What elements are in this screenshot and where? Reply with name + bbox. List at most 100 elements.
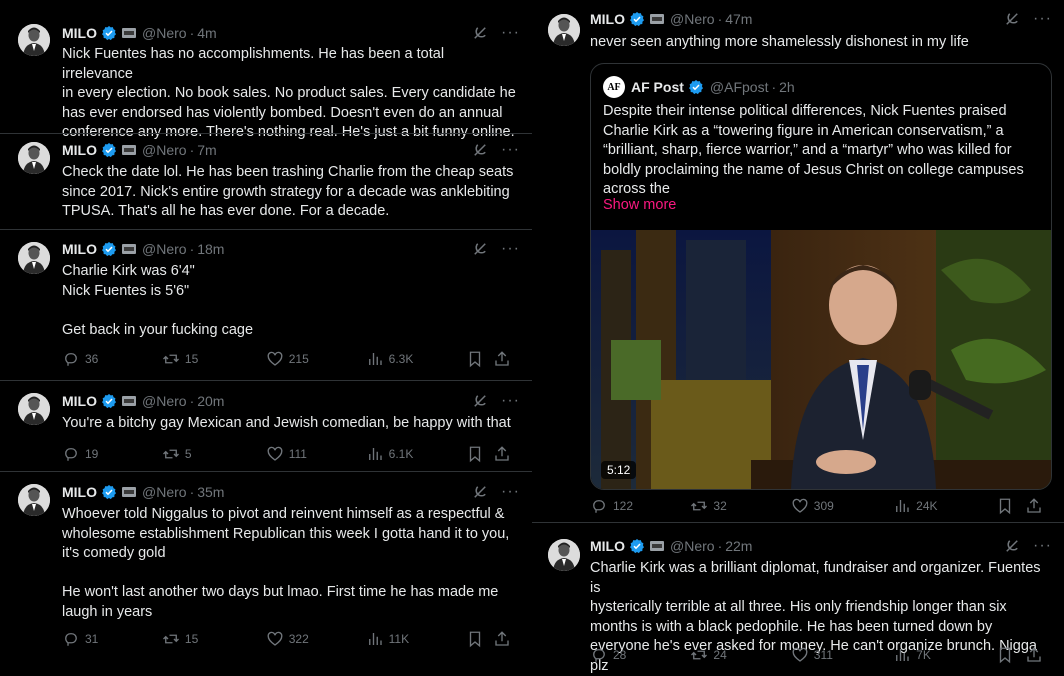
- video-player[interactable]: 5:12: [591, 230, 1051, 489]
- tweet[interactable]: MILO @Nero · 18m ··· Charlie Kirk was 6'…: [0, 230, 532, 380]
- more-icon[interactable]: ···: [501, 240, 520, 258]
- avatar[interactable]: [18, 242, 50, 274]
- avatar[interactable]: [18, 393, 50, 425]
- reply-count: 122: [613, 499, 634, 513]
- display-name[interactable]: MILO: [62, 484, 97, 500]
- avatar[interactable]: [18, 484, 50, 516]
- affiliate-badge-icon[interactable]: [122, 244, 136, 254]
- bookmark-button[interactable]: [466, 445, 493, 463]
- affiliate-badge-icon[interactable]: [122, 487, 136, 497]
- more-icon[interactable]: ···: [1033, 10, 1052, 28]
- grok-icon[interactable]: [471, 24, 489, 42]
- repost-button[interactable]: 24: [690, 646, 790, 664]
- quoted-handle[interactable]: @AFpost: [710, 79, 769, 95]
- timestamp[interactable]: 7m: [197, 142, 216, 158]
- handle[interactable]: @Nero: [670, 538, 715, 554]
- grok-icon[interactable]: [1003, 537, 1021, 555]
- like-button[interactable]: 309: [791, 497, 893, 515]
- handle[interactable]: @Nero: [142, 484, 187, 500]
- more-icon[interactable]: ···: [1033, 537, 1052, 555]
- repost-button[interactable]: 15: [162, 630, 266, 648]
- share-icon: [493, 630, 511, 648]
- avatar[interactable]: [18, 142, 50, 174]
- more-icon[interactable]: ···: [501, 24, 520, 42]
- tweet[interactable]: MILO @Nero · 20m ··· You're a bitchy gay…: [0, 381, 532, 471]
- quoted-post[interactable]: AF AF Post @AFpost · 2h Despite their in…: [590, 63, 1052, 490]
- quoted-timestamp[interactable]: 2h: [779, 79, 795, 95]
- display-name[interactable]: MILO: [62, 241, 97, 257]
- views-button[interactable]: 11K: [366, 630, 466, 648]
- display-name[interactable]: MILO: [62, 142, 97, 158]
- reply-button[interactable]: 122: [590, 497, 690, 515]
- tweet[interactable]: MILO @Nero · 4m ··· Nick Fuentes has no …: [0, 0, 532, 140]
- avatar[interactable]: [18, 24, 50, 56]
- timestamp[interactable]: 35m: [197, 484, 224, 500]
- views-button[interactable]: 7K: [893, 646, 995, 664]
- tweet-header: MILO @Nero · 47m ···: [590, 9, 1052, 29]
- display-name[interactable]: MILO: [62, 393, 97, 409]
- tweet[interactable]: MILO @Nero · 22m ··· Charlie Kirk was a …: [532, 523, 1064, 676]
- affiliate-badge-icon[interactable]: [122, 145, 136, 155]
- more-icon[interactable]: ···: [501, 392, 520, 410]
- timestamp[interactable]: 22m: [725, 538, 752, 554]
- like-button[interactable]: 311: [791, 646, 893, 664]
- avatar[interactable]: [548, 539, 580, 571]
- reply-button[interactable]: 36: [62, 350, 162, 368]
- handle[interactable]: @Nero: [142, 241, 187, 257]
- reply-button[interactable]: 28: [590, 646, 690, 664]
- tweet[interactable]: MILO @Nero · 7m ··· Check the date lol. …: [0, 134, 532, 229]
- show-more-link[interactable]: Show more: [603, 197, 676, 213]
- like-button[interactable]: 322: [266, 630, 366, 648]
- timestamp[interactable]: 20m: [197, 393, 224, 409]
- share-button[interactable]: [493, 350, 516, 368]
- like-button[interactable]: 111: [266, 445, 366, 463]
- bookmark-button[interactable]: [996, 497, 1026, 515]
- views-button[interactable]: 6.1K: [366, 445, 466, 463]
- grok-icon[interactable]: [471, 141, 489, 159]
- handle[interactable]: @Nero: [670, 11, 715, 27]
- grok-icon[interactable]: [471, 392, 489, 410]
- share-button[interactable]: [1025, 497, 1048, 515]
- handle[interactable]: @Nero: [142, 142, 187, 158]
- repost-button[interactable]: 32: [690, 497, 790, 515]
- bookmark-button[interactable]: [466, 630, 493, 648]
- affiliate-badge-icon[interactable]: [122, 28, 136, 38]
- share-button[interactable]: [493, 445, 516, 463]
- timestamp[interactable]: 18m: [197, 241, 224, 257]
- views-button[interactable]: 6.3K: [366, 350, 466, 368]
- like-icon: [266, 445, 284, 463]
- reply-button[interactable]: 31: [62, 630, 162, 648]
- grok-icon[interactable]: [471, 483, 489, 501]
- bookmark-button[interactable]: [996, 646, 1026, 664]
- affiliate-badge-icon[interactable]: [650, 541, 664, 551]
- views-button[interactable]: 24K: [893, 497, 995, 515]
- grok-icon[interactable]: [1003, 10, 1021, 28]
- timestamp[interactable]: 4m: [197, 25, 216, 41]
- share-button[interactable]: [493, 630, 516, 648]
- separator-dot: ·: [189, 484, 195, 500]
- bookmark-button[interactable]: [466, 350, 493, 368]
- reply-button[interactable]: 19: [62, 445, 162, 463]
- display-name[interactable]: MILO: [590, 11, 625, 27]
- handle[interactable]: @Nero: [142, 393, 187, 409]
- more-icon[interactable]: ···: [501, 141, 520, 159]
- timestamp[interactable]: 47m: [725, 11, 752, 27]
- tweet-text: never seen anything more shamelessly dis…: [590, 34, 969, 50]
- views-count: 11K: [388, 632, 410, 646]
- quoted-display-name[interactable]: AF Post: [631, 79, 684, 95]
- handle[interactable]: @Nero: [142, 25, 187, 41]
- reply-icon: [62, 630, 80, 648]
- affiliate-badge-icon[interactable]: [122, 396, 136, 406]
- share-button[interactable]: [1025, 646, 1048, 664]
- affiliate-badge-icon[interactable]: [650, 14, 664, 24]
- avatar[interactable]: [548, 14, 580, 46]
- display-name[interactable]: MILO: [590, 538, 625, 554]
- repost-button[interactable]: 15: [162, 350, 266, 368]
- display-name[interactable]: MILO: [62, 25, 97, 41]
- like-button[interactable]: 215: [266, 350, 366, 368]
- tweet[interactable]: MILO @Nero · 35m ··· Whoever told Niggal…: [0, 472, 532, 676]
- repost-button[interactable]: 5: [162, 445, 266, 463]
- more-icon[interactable]: ···: [501, 483, 520, 501]
- grok-icon[interactable]: [471, 240, 489, 258]
- af-post-logo[interactable]: AF: [603, 76, 625, 98]
